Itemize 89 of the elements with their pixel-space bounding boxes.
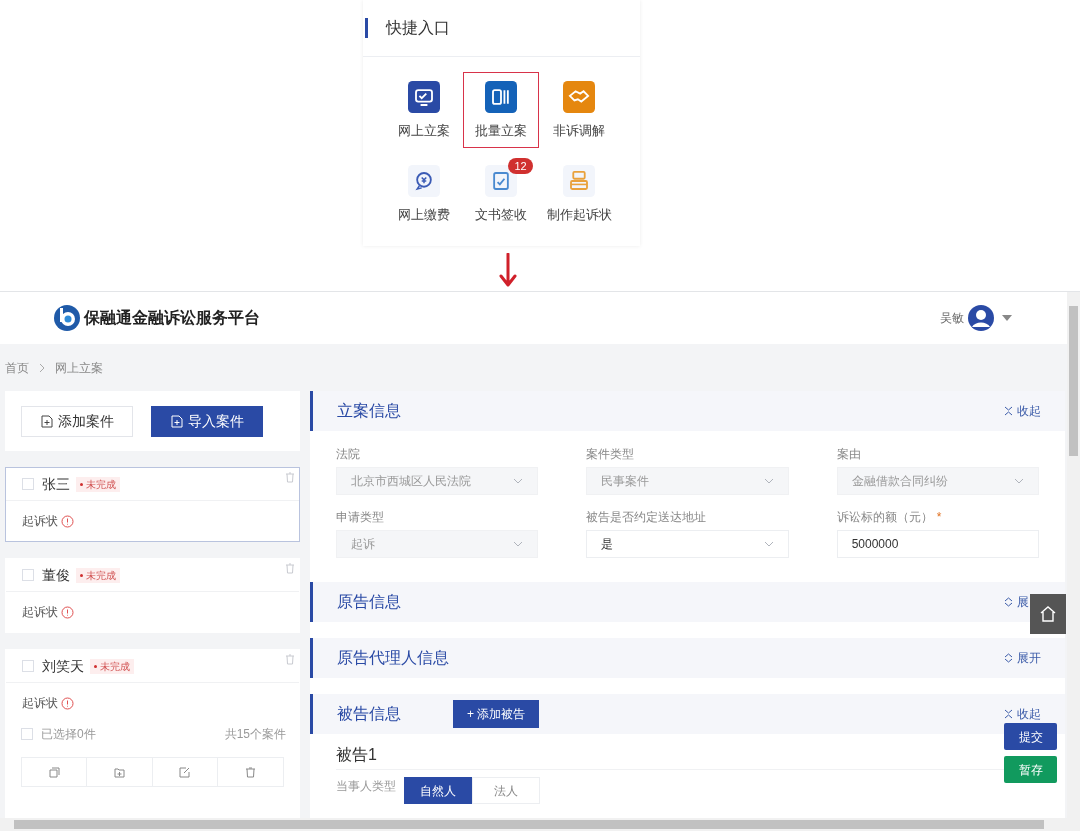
quick-entry-item[interactable]: 文书签收 12 [463, 155, 540, 231]
checkbox[interactable] [21, 728, 33, 740]
document-label: 起诉状 [22, 604, 58, 621]
quick-entry-item[interactable]: 网上缴费 [385, 155, 462, 231]
case-name: 刘笑天 [42, 656, 84, 676]
quick-entry-icon [407, 81, 440, 113]
card-title: 快捷入口 [386, 18, 450, 38]
trash-icon[interactable] [285, 563, 295, 574]
case-card[interactable]: 刘笑天 未完成 起诉状 [5, 649, 300, 724]
collapse-icon [1004, 406, 1013, 416]
warning-icon [61, 696, 74, 710]
collapse-toggle[interactable]: 展开 [1004, 649, 1041, 667]
chevron-down-icon [513, 478, 524, 484]
party-type-tab[interactable]: 自然人 [404, 777, 472, 804]
field-label: 被告是否约定送达地址 [586, 509, 708, 526]
folder-icon [113, 766, 125, 778]
submit-button[interactable]: 提交 [1004, 723, 1057, 750]
warning-icon [61, 605, 74, 619]
select-field[interactable]: 是 [586, 530, 789, 558]
trash-icon[interactable] [285, 654, 295, 665]
file-plus-icon [170, 414, 183, 428]
platform-name: 保融通金融诉讼服务平台 [84, 308, 260, 328]
avatar-icon[interactable] [968, 305, 994, 331]
required-mark: * [936, 509, 942, 526]
section-title: 原告信息 [337, 592, 402, 612]
count-badge: 12 [508, 157, 533, 174]
section-title: 立案信息 [337, 401, 402, 421]
breadcrumb-current: 网上立案 [55, 359, 103, 377]
quick-entry-icon [563, 164, 596, 197]
import-button[interactable]: 导入案件 [151, 405, 263, 437]
home-icon [1039, 605, 1057, 623]
chevron-down-icon [1014, 478, 1024, 484]
chevron-down-icon [763, 478, 774, 484]
selected-count: 已选择0件 [41, 726, 96, 743]
case-name: 张三 [42, 474, 70, 494]
party-type-tab[interactable]: 法人 [472, 777, 540, 804]
field-label: 申请类型 [336, 509, 385, 526]
field-label: 案由 [836, 446, 862, 463]
trash-icon [244, 766, 256, 778]
expand-icon [1004, 653, 1013, 663]
expand-icon [1004, 597, 1013, 607]
chevron-right-icon [39, 362, 45, 373]
field-label: 当事人类型 [336, 778, 397, 795]
logo-icon [53, 304, 81, 332]
field-label: 法院 [336, 446, 361, 463]
checkbox[interactable] [22, 478, 34, 490]
save-draft-button[interactable]: 暂存 [1004, 756, 1057, 783]
status-tag: 未完成 [90, 658, 134, 674]
collapse-toggle[interactable]: 收起 [1004, 402, 1041, 420]
collapse-icon [1004, 709, 1013, 719]
trash-icon[interactable] [285, 472, 295, 483]
quick-entry-icon [563, 81, 596, 113]
add-button[interactable]: 添加案件 [21, 405, 133, 437]
quick-entry-item[interactable]: 非诉调解 [541, 72, 618, 148]
section-title: 原告代理人信息 [337, 648, 450, 668]
section-title: 被告信息 [337, 704, 402, 724]
collapse-toggle[interactable]: 展 [1004, 593, 1029, 611]
home-button[interactable] [1030, 594, 1066, 634]
chevron-down-icon [763, 541, 774, 547]
quick-entry-item[interactable]: 批量立案 [463, 72, 540, 148]
user-name: 吴敏 [940, 310, 964, 327]
caret-down-icon[interactable] [1002, 315, 1012, 321]
add-defendant-button[interactable]: + 添加被告 [453, 700, 540, 728]
quick-entry-item[interactable]: 网上立案 [385, 72, 462, 148]
total-count: 共15个案件 [224, 726, 286, 743]
field-label: 诉讼标的额（元） * [836, 506, 1039, 528]
chevron-down-icon [513, 541, 524, 547]
checkbox[interactable] [22, 569, 34, 581]
warning-icon [61, 514, 74, 528]
arrow-down-icon [498, 253, 518, 289]
document-label: 起诉状 [22, 695, 58, 712]
collapse-toggle[interactable]: 收起 [1004, 705, 1041, 723]
status-tag: 未完成 [76, 476, 120, 492]
case-card[interactable]: 张三 未完成 起诉状 [5, 467, 300, 542]
copy-icon [48, 766, 60, 778]
edit-icon [179, 766, 191, 778]
quick-entry-item[interactable]: 制作起诉状 [541, 155, 618, 231]
field-label: 案件类型 [586, 446, 636, 463]
checkbox[interactable] [22, 660, 34, 672]
quick-entry-icon [407, 164, 440, 197]
quick-entry-icon [485, 81, 518, 113]
horizontal-scrollbar[interactable] [0, 818, 1080, 831]
vertical-scrollbar[interactable] [1067, 292, 1080, 819]
add-file-icon [40, 414, 53, 428]
input-field[interactable]: 5000000 [836, 530, 1039, 558]
case-card[interactable]: 董俊 未完成 起诉状 [5, 558, 300, 633]
case-name: 董俊 [42, 565, 70, 585]
status-tag: 未完成 [76, 567, 120, 583]
document-label: 起诉状 [22, 513, 58, 530]
